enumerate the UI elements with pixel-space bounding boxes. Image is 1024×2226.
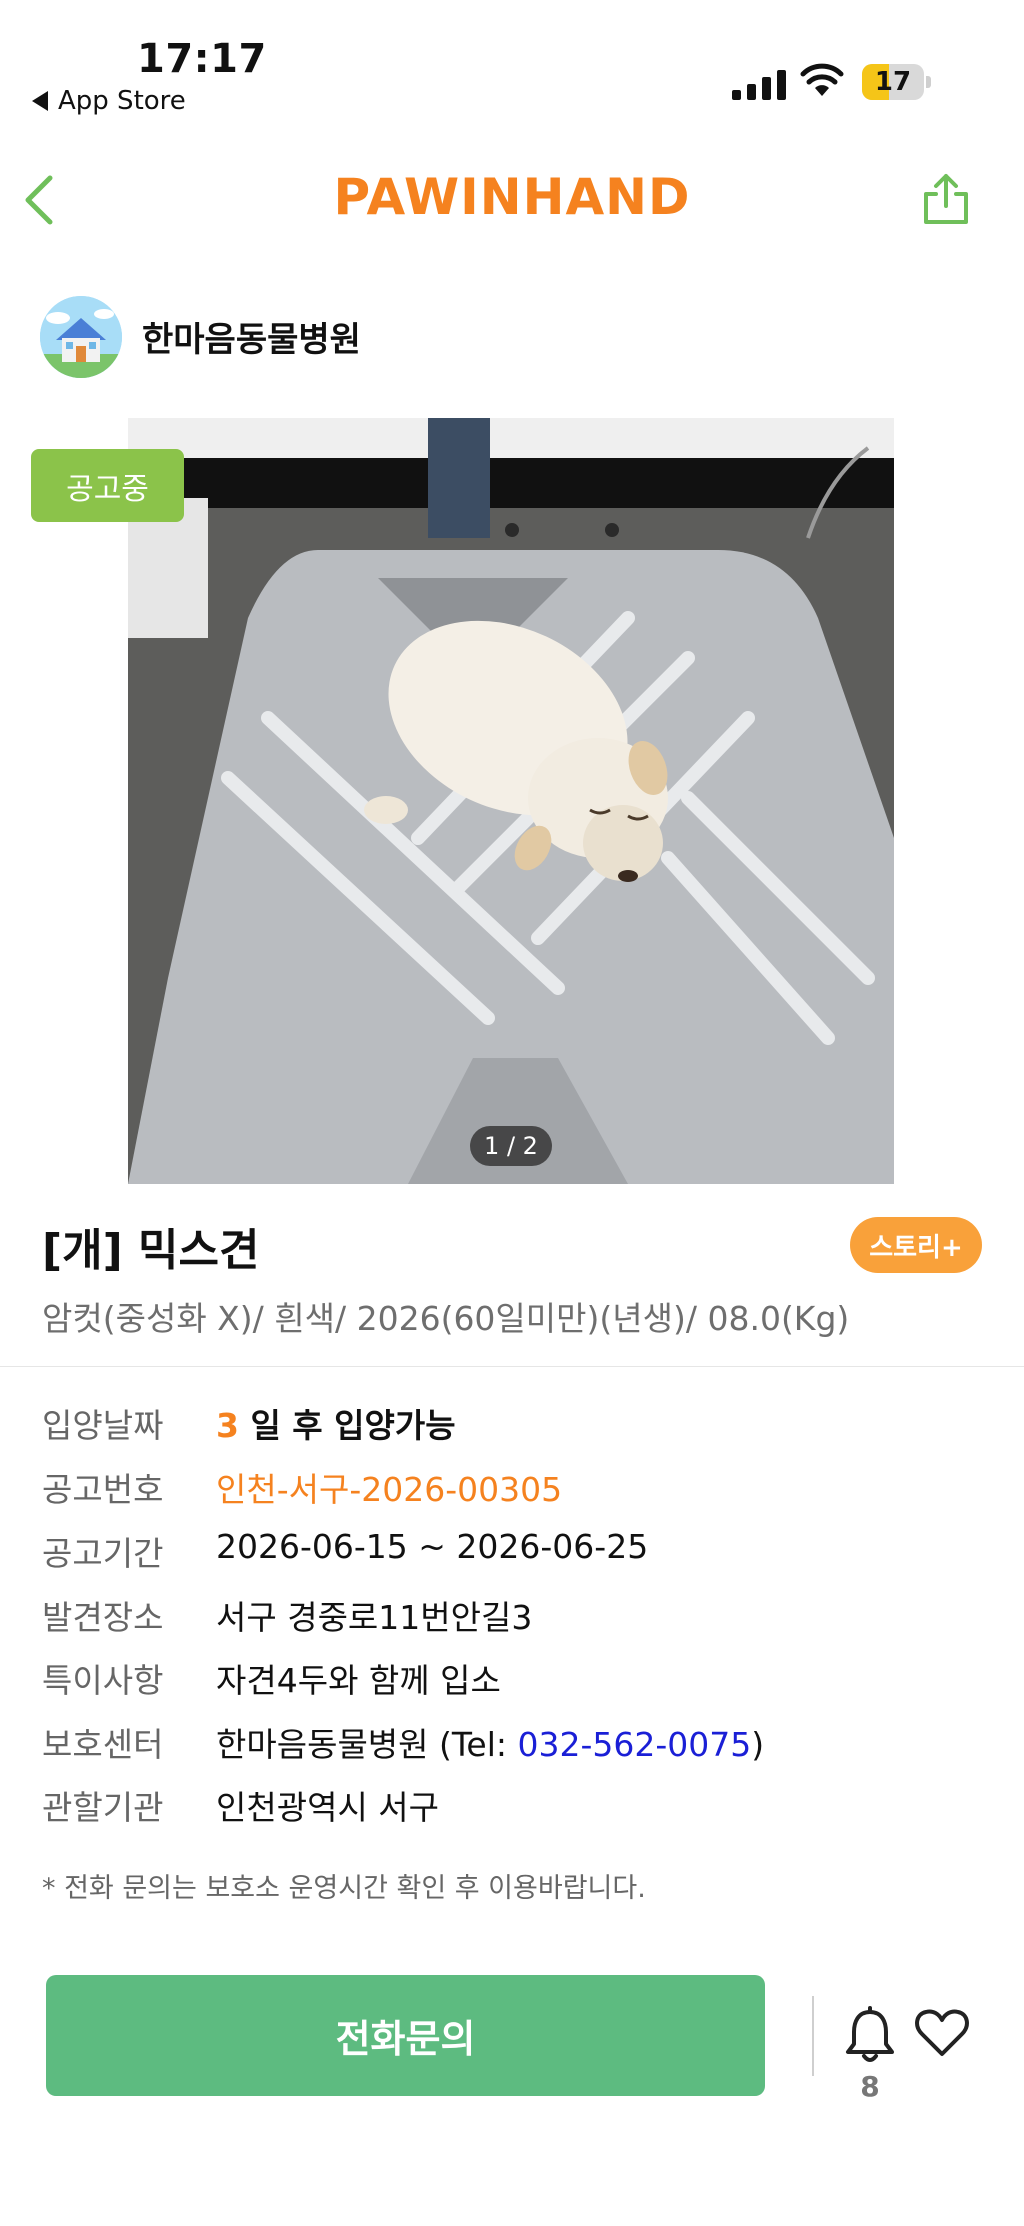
shelter-name: 한마음동물병원 (Tel: <box>216 1725 518 1764</box>
back-app-label: App Store <box>58 86 186 116</box>
heart-icon[interactable] <box>914 2008 970 2058</box>
adoption-date-label: 입양날짜 <box>42 1406 164 1445</box>
battery-icon: 17 <box>862 64 924 100</box>
notice-period-value: 2026-06-15 ~ 2026-06-25 <box>216 1527 649 1566</box>
shelter-suffix: ) <box>751 1725 765 1764</box>
battery-tip <box>926 76 931 88</box>
shelter-tel-link[interactable]: 032-562-0075 <box>518 1725 752 1764</box>
share-icon[interactable] <box>918 172 974 228</box>
bell-icon[interactable] <box>844 2006 896 2066</box>
back-to-app-store[interactable]: App Store <box>32 86 186 116</box>
status-time: 17:17 <box>137 36 267 82</box>
found-place-value: 서구 경중로11번안길3 <box>216 1598 533 1637</box>
special-notes-value: 자견4두와 함께 입소 <box>216 1661 501 1700</box>
status-badge: 공고중 <box>31 449 184 522</box>
phone-notice: * 전화 문의는 보호소 운영시간 확인 후 이용바랍니다. <box>42 1873 646 1904</box>
animal-summary: 암컷(중성화 X)/ 흰색/ 2026(60일미만)(년생)/ 08.0(Kg) <box>42 1299 850 1338</box>
house-icon <box>40 296 122 378</box>
bell-count: 8 <box>860 2070 880 2103</box>
section-divider <box>0 1366 1024 1367</box>
organization-avatar[interactable] <box>40 296 122 378</box>
adoption-suffix: 일 후 입양가능 <box>238 1406 456 1445</box>
brand-logo: PAWINHAND <box>333 168 691 226</box>
animal-title: [개] 믹스견 <box>42 1225 260 1276</box>
call-inquiry-button[interactable]: 전화문의 <box>46 1975 765 2096</box>
authority-value: 인천광역시 서구 <box>216 1788 440 1827</box>
notice-number-label: 공고번호 <box>42 1470 164 1509</box>
adoption-date-value: 3 일 후 입양가능 <box>216 1399 456 1447</box>
notice-number-value: 인천-서구-2026-00305 <box>216 1470 563 1509</box>
story-button[interactable]: 스토리+ <box>850 1217 982 1273</box>
wifi-icon <box>800 63 844 96</box>
shelter-label: 보호센터 <box>42 1725 164 1764</box>
animal-photo[interactable] <box>128 418 894 1184</box>
special-notes-label: 특이사항 <box>42 1661 164 1700</box>
back-triangle-icon <box>32 91 48 111</box>
adoption-days: 3 <box>216 1406 239 1445</box>
notice-period-label: 공고기간 <box>42 1534 164 1573</box>
action-separator <box>812 1996 814 2076</box>
organization-name[interactable]: 한마음동물병원 <box>142 312 361 361</box>
found-place-label: 발견장소 <box>42 1598 164 1637</box>
puppy-on-scale-image <box>128 418 894 1184</box>
shelter-value: 한마음동물병원 (Tel: 032-562-0075) <box>216 1718 764 1766</box>
battery-level: 17 <box>874 67 912 97</box>
authority-label: 관할기관 <box>42 1788 164 1827</box>
photo-pager: 1 / 2 <box>470 1126 552 1166</box>
cellular-signal-icon <box>732 68 786 100</box>
